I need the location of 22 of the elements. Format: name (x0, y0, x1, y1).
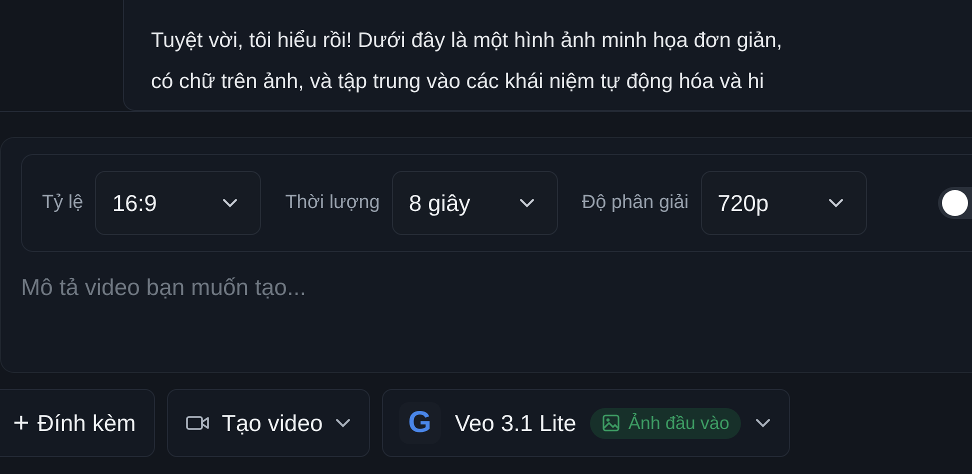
setting-dropdown[interactable]: 720p (700, 171, 867, 235)
image-icon (602, 414, 620, 432)
message-text: Tuyệt vời, tôi hiểu rồi! Dưới đây là một hình ảnh minh họa đơn giản, (151, 28, 784, 54)
message-text: có chữ trên ảnh, và tập trung vào các khái niệm tự động hóa và hi (151, 69, 765, 95)
chevron-down-icon (334, 418, 351, 428)
mode-dropdown[interactable]: Tạo video (166, 389, 370, 457)
setting-dropdown[interactable]: 16:9 (95, 171, 262, 235)
chevron-down-icon (828, 198, 844, 208)
image-input-badge: Ảnh đầu vào (590, 408, 742, 438)
setting-label: Thời lượng (285, 192, 380, 214)
chevron-down-icon (755, 418, 772, 428)
video-camera-icon (186, 415, 210, 431)
chevron-down-icon (222, 198, 238, 208)
model-dropdown[interactable]: G Veo 3.1 Lite Ảnh đầu vào (382, 389, 790, 457)
attach-button[interactable]: + Đính kèm (0, 389, 155, 457)
setting-label: Độ phân giải (582, 192, 689, 214)
setting-dropdown[interactable]: 8 giây (392, 171, 558, 235)
prompt-field[interactable]: Mô tả video bạn muốn tạo... (21, 270, 621, 305)
toggle-switch[interactable] (938, 187, 972, 219)
setting-label: Tỷ lệ (42, 192, 84, 214)
chevron-down-icon (518, 198, 535, 208)
model-logo: G (398, 402, 441, 444)
